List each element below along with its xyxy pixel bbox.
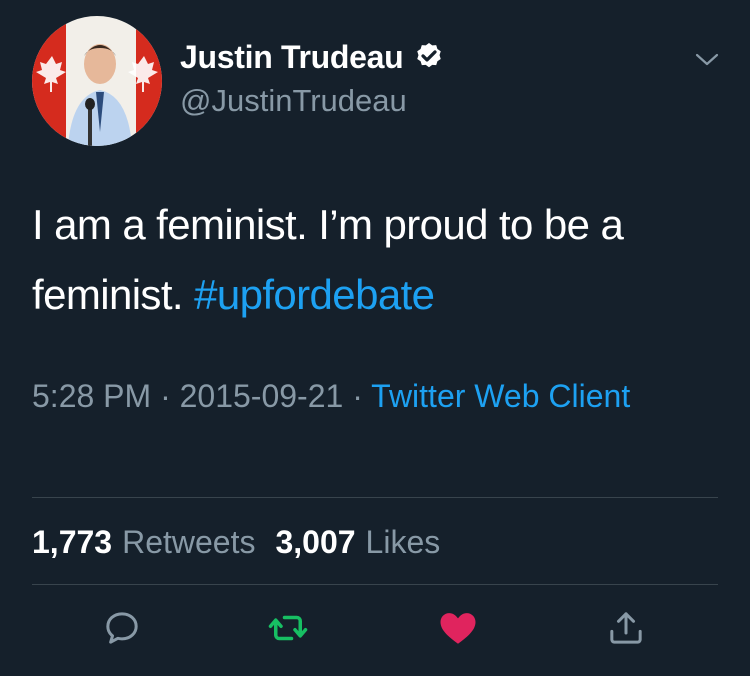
retweets-label: Retweets [122,524,256,560]
meta-separator: · [160,378,171,414]
reply-icon [102,608,142,653]
share-icon [606,608,646,653]
display-name[interactable]: Justin Trudeau [180,38,404,76]
avatar[interactable] [32,16,162,146]
reply-button[interactable] [100,608,144,652]
heart-icon [437,607,479,654]
divider [32,584,718,585]
tweet-meta: 5:28 PM · 2015-09-21 · Twitter Web Clien… [32,370,722,422]
chevron-down-icon[interactable] [694,50,720,70]
hashtag-link[interactable]: #upfordebate [194,271,435,318]
tweet-stats: 1,773 Retweets 3,007 Likes [32,520,460,564]
likes-stat[interactable]: 3,007 Likes [275,520,440,564]
retweet-icon [267,607,309,654]
divider [32,497,718,498]
user-name-row: Justin Trudeau [180,38,445,76]
retweet-button[interactable] [266,608,310,652]
retweets-count: 1,773 [32,524,113,560]
tweet-time: 5:28 PM [32,378,152,414]
share-button[interactable] [604,608,648,652]
tweet-source-link[interactable]: Twitter Web Client [371,378,630,414]
verified-badge-icon [413,41,445,73]
likes-count: 3,007 [275,524,356,560]
retweets-stat[interactable]: 1,773 Retweets [32,520,255,564]
user-handle[interactable]: @JustinTrudeau [180,82,407,120]
tweet-text: I am a feminist. I’m proud to be a femin… [32,190,732,330]
meta-separator: · [352,378,363,414]
like-button[interactable] [436,608,480,652]
likes-label: Likes [365,524,441,560]
tweet-date: 2015-09-21 [179,378,344,414]
